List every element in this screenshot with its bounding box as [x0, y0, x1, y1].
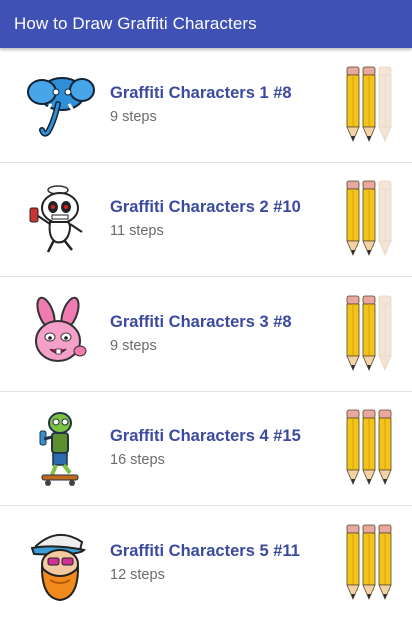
item-steps: 9 steps	[110, 108, 157, 125]
item-title: Graffiti Characters 1 #8	[110, 83, 292, 102]
pink-bunny-icon	[20, 295, 98, 373]
pencil-filled-icon	[346, 66, 360, 142]
green-zombie-skater-icon	[20, 409, 98, 487]
pencil-filled-icon	[362, 295, 376, 371]
difficulty-pencils	[346, 65, 398, 145]
pencil-filled-icon	[362, 524, 376, 600]
difficulty-pencils	[346, 408, 398, 488]
pencil-filled-icon	[346, 524, 360, 600]
bearded-man-cap-icon	[20, 524, 98, 602]
pencil-filled-icon	[362, 66, 376, 142]
lesson-list: Graffiti Characters 1 #8 9 steps Graffit…	[0, 48, 412, 620]
list-item[interactable]: Graffiti Characters 1 #8 9 steps	[0, 48, 412, 163]
pencil-empty-icon	[378, 295, 392, 371]
item-title: Graffiti Characters 3 #8	[110, 312, 292, 331]
item-steps: 11 steps	[110, 223, 164, 240]
app-title: How to Draw Graffiti Characters	[14, 14, 257, 33]
item-steps: 16 steps	[110, 452, 165, 469]
difficulty-pencils	[346, 179, 398, 259]
pencil-filled-icon	[346, 295, 360, 371]
item-title: Graffiti Characters 4 #15	[110, 427, 301, 446]
list-item[interactable]: Graffiti Characters 2 #10 11 steps	[0, 163, 412, 277]
item-title: Graffiti Characters 2 #10	[110, 198, 301, 217]
pencil-empty-icon	[378, 180, 392, 257]
item-steps: 9 steps	[110, 337, 157, 354]
white-ghost-character-icon	[20, 180, 98, 258]
pencil-filled-icon	[346, 409, 360, 486]
blue-elephant-icon	[20, 66, 98, 144]
pencil-filled-icon	[378, 524, 392, 600]
item-title: Graffiti Characters 5 #11	[110, 541, 300, 560]
pencil-filled-icon	[362, 180, 376, 257]
difficulty-pencils	[346, 294, 398, 374]
app-bar: How to Draw Graffiti Characters	[0, 0, 412, 48]
pencil-filled-icon	[346, 180, 360, 257]
pencil-filled-icon	[362, 409, 376, 486]
list-item[interactable]: Graffiti Characters 4 #15 16 steps	[0, 392, 412, 506]
item-steps: 12 steps	[110, 566, 165, 583]
pencil-empty-icon	[378, 66, 392, 142]
pencil-filled-icon	[378, 409, 392, 486]
list-item[interactable]: Graffiti Characters 5 #11 12 steps	[0, 506, 412, 620]
difficulty-pencils	[346, 523, 398, 603]
list-item[interactable]: Graffiti Characters 3 #8 9 steps	[0, 277, 412, 392]
